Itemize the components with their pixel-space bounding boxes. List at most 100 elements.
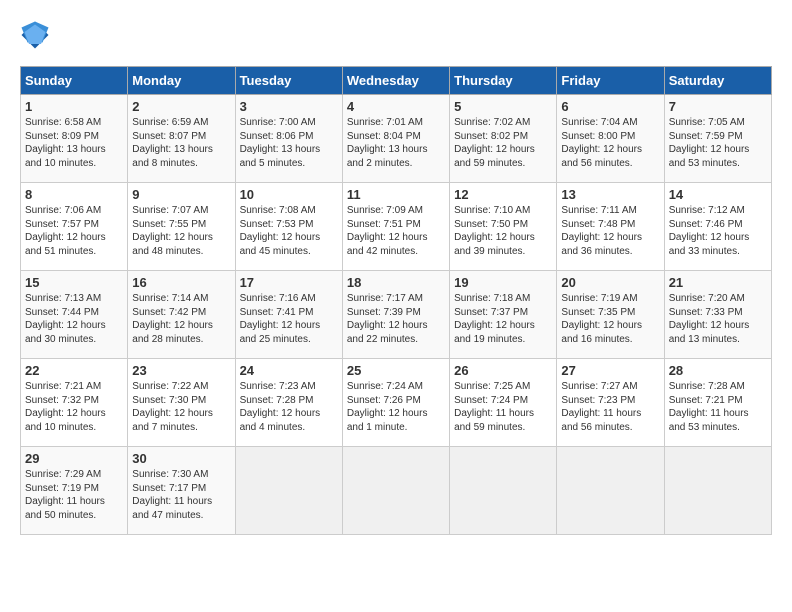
calendar-cell: 28 Sunrise: 7:28 AM Sunset: 7:21 PM Dayl… (664, 359, 771, 447)
day-info: Sunrise: 6:59 AM Sunset: 8:07 PM Dayligh… (132, 116, 230, 170)
calendar-cell: 23 Sunrise: 7:22 AM Sunset: 7:30 PM Dayl… (128, 359, 235, 447)
day-info: Sunrise: 7:01 AM Sunset: 8:04 PM Dayligh… (347, 116, 445, 170)
calendar-cell: 27 Sunrise: 7:27 AM Sunset: 7:23 PM Dayl… (557, 359, 664, 447)
header-cell-friday: Friday (557, 67, 664, 95)
calendar-cell (342, 447, 449, 535)
calendar-cell: 21 Sunrise: 7:20 AM Sunset: 7:33 PM Dayl… (664, 271, 771, 359)
logo-icon (20, 20, 50, 50)
day-number: 20 (561, 275, 659, 290)
day-info: Sunrise: 7:08 AM Sunset: 7:53 PM Dayligh… (240, 204, 338, 258)
header-cell-thursday: Thursday (450, 67, 557, 95)
calendar-cell: 7 Sunrise: 7:05 AM Sunset: 7:59 PM Dayli… (664, 95, 771, 183)
day-number: 24 (240, 363, 338, 378)
day-info: Sunrise: 7:13 AM Sunset: 7:44 PM Dayligh… (25, 292, 123, 346)
day-number: 5 (454, 99, 552, 114)
calendar-cell: 14 Sunrise: 7:12 AM Sunset: 7:46 PM Dayl… (664, 183, 771, 271)
day-info: Sunrise: 7:19 AM Sunset: 7:35 PM Dayligh… (561, 292, 659, 346)
day-number: 3 (240, 99, 338, 114)
calendar-cell: 10 Sunrise: 7:08 AM Sunset: 7:53 PM Dayl… (235, 183, 342, 271)
header-cell-wednesday: Wednesday (342, 67, 449, 95)
calendar-cell: 9 Sunrise: 7:07 AM Sunset: 7:55 PM Dayli… (128, 183, 235, 271)
day-info: Sunrise: 7:28 AM Sunset: 7:21 PM Dayligh… (669, 380, 767, 434)
day-info: Sunrise: 7:16 AM Sunset: 7:41 PM Dayligh… (240, 292, 338, 346)
day-number: 1 (25, 99, 123, 114)
calendar-cell: 24 Sunrise: 7:23 AM Sunset: 7:28 PM Dayl… (235, 359, 342, 447)
day-info: Sunrise: 7:10 AM Sunset: 7:50 PM Dayligh… (454, 204, 552, 258)
day-number: 30 (132, 451, 230, 466)
calendar-cell: 1 Sunrise: 6:58 AM Sunset: 8:09 PM Dayli… (21, 95, 128, 183)
day-info: Sunrise: 7:12 AM Sunset: 7:46 PM Dayligh… (669, 204, 767, 258)
day-number: 17 (240, 275, 338, 290)
calendar-cell: 16 Sunrise: 7:14 AM Sunset: 7:42 PM Dayl… (128, 271, 235, 359)
calendar-cell: 8 Sunrise: 7:06 AM Sunset: 7:57 PM Dayli… (21, 183, 128, 271)
header-cell-saturday: Saturday (664, 67, 771, 95)
day-number: 10 (240, 187, 338, 202)
calendar-cell: 15 Sunrise: 7:13 AM Sunset: 7:44 PM Dayl… (21, 271, 128, 359)
day-number: 27 (561, 363, 659, 378)
day-info: Sunrise: 7:02 AM Sunset: 8:02 PM Dayligh… (454, 116, 552, 170)
calendar-cell: 22 Sunrise: 7:21 AM Sunset: 7:32 PM Dayl… (21, 359, 128, 447)
day-info: Sunrise: 7:17 AM Sunset: 7:39 PM Dayligh… (347, 292, 445, 346)
day-number: 4 (347, 99, 445, 114)
calendar-header-row: SundayMondayTuesdayWednesdayThursdayFrid… (21, 67, 772, 95)
day-info: Sunrise: 7:21 AM Sunset: 7:32 PM Dayligh… (25, 380, 123, 434)
calendar-cell: 19 Sunrise: 7:18 AM Sunset: 7:37 PM Dayl… (450, 271, 557, 359)
day-number: 22 (25, 363, 123, 378)
day-number: 18 (347, 275, 445, 290)
calendar-cell: 25 Sunrise: 7:24 AM Sunset: 7:26 PM Dayl… (342, 359, 449, 447)
calendar-cell (664, 447, 771, 535)
day-number: 14 (669, 187, 767, 202)
day-info: Sunrise: 7:23 AM Sunset: 7:28 PM Dayligh… (240, 380, 338, 434)
calendar-week-row: 1 Sunrise: 6:58 AM Sunset: 8:09 PM Dayli… (21, 95, 772, 183)
calendar-cell: 12 Sunrise: 7:10 AM Sunset: 7:50 PM Dayl… (450, 183, 557, 271)
day-number: 7 (669, 99, 767, 114)
calendar-cell (450, 447, 557, 535)
day-info: Sunrise: 7:07 AM Sunset: 7:55 PM Dayligh… (132, 204, 230, 258)
calendar-cell: 3 Sunrise: 7:00 AM Sunset: 8:06 PM Dayli… (235, 95, 342, 183)
calendar-week-row: 29 Sunrise: 7:29 AM Sunset: 7:19 PM Dayl… (21, 447, 772, 535)
day-number: 11 (347, 187, 445, 202)
calendar-week-row: 15 Sunrise: 7:13 AM Sunset: 7:44 PM Dayl… (21, 271, 772, 359)
header-cell-monday: Monday (128, 67, 235, 95)
day-info: Sunrise: 7:20 AM Sunset: 7:33 PM Dayligh… (669, 292, 767, 346)
calendar-cell: 17 Sunrise: 7:16 AM Sunset: 7:41 PM Dayl… (235, 271, 342, 359)
calendar-cell: 26 Sunrise: 7:25 AM Sunset: 7:24 PM Dayl… (450, 359, 557, 447)
calendar-cell: 18 Sunrise: 7:17 AM Sunset: 7:39 PM Dayl… (342, 271, 449, 359)
calendar-cell: 2 Sunrise: 6:59 AM Sunset: 8:07 PM Dayli… (128, 95, 235, 183)
calendar-cell: 11 Sunrise: 7:09 AM Sunset: 7:51 PM Dayl… (342, 183, 449, 271)
day-info: Sunrise: 7:00 AM Sunset: 8:06 PM Dayligh… (240, 116, 338, 170)
day-info: Sunrise: 7:09 AM Sunset: 7:51 PM Dayligh… (347, 204, 445, 258)
day-info: Sunrise: 7:04 AM Sunset: 8:00 PM Dayligh… (561, 116, 659, 170)
calendar-cell: 13 Sunrise: 7:11 AM Sunset: 7:48 PM Dayl… (557, 183, 664, 271)
calendar-cell: 30 Sunrise: 7:30 AM Sunset: 7:17 PM Dayl… (128, 447, 235, 535)
calendar-table: SundayMondayTuesdayWednesdayThursdayFrid… (20, 66, 772, 535)
day-number: 28 (669, 363, 767, 378)
day-info: Sunrise: 7:27 AM Sunset: 7:23 PM Dayligh… (561, 380, 659, 434)
day-info: Sunrise: 7:30 AM Sunset: 7:17 PM Dayligh… (132, 468, 230, 522)
calendar-cell: 29 Sunrise: 7:29 AM Sunset: 7:19 PM Dayl… (21, 447, 128, 535)
calendar-cell: 5 Sunrise: 7:02 AM Sunset: 8:02 PM Dayli… (450, 95, 557, 183)
day-number: 15 (25, 275, 123, 290)
day-number: 9 (132, 187, 230, 202)
day-number: 2 (132, 99, 230, 114)
day-number: 23 (132, 363, 230, 378)
day-number: 25 (347, 363, 445, 378)
day-info: Sunrise: 7:06 AM Sunset: 7:57 PM Dayligh… (25, 204, 123, 258)
day-number: 13 (561, 187, 659, 202)
day-number: 6 (561, 99, 659, 114)
day-info: Sunrise: 7:24 AM Sunset: 7:26 PM Dayligh… (347, 380, 445, 434)
calendar-cell (557, 447, 664, 535)
calendar-body: 1 Sunrise: 6:58 AM Sunset: 8:09 PM Dayli… (21, 95, 772, 535)
header-cell-sunday: Sunday (21, 67, 128, 95)
calendar-week-row: 22 Sunrise: 7:21 AM Sunset: 7:32 PM Dayl… (21, 359, 772, 447)
day-number: 8 (25, 187, 123, 202)
calendar-cell: 4 Sunrise: 7:01 AM Sunset: 8:04 PM Dayli… (342, 95, 449, 183)
day-info: Sunrise: 7:14 AM Sunset: 7:42 PM Dayligh… (132, 292, 230, 346)
day-info: Sunrise: 7:22 AM Sunset: 7:30 PM Dayligh… (132, 380, 230, 434)
calendar-cell: 20 Sunrise: 7:19 AM Sunset: 7:35 PM Dayl… (557, 271, 664, 359)
day-number: 26 (454, 363, 552, 378)
header-cell-tuesday: Tuesday (235, 67, 342, 95)
day-info: Sunrise: 6:58 AM Sunset: 8:09 PM Dayligh… (25, 116, 123, 170)
day-info: Sunrise: 7:11 AM Sunset: 7:48 PM Dayligh… (561, 204, 659, 258)
day-number: 29 (25, 451, 123, 466)
